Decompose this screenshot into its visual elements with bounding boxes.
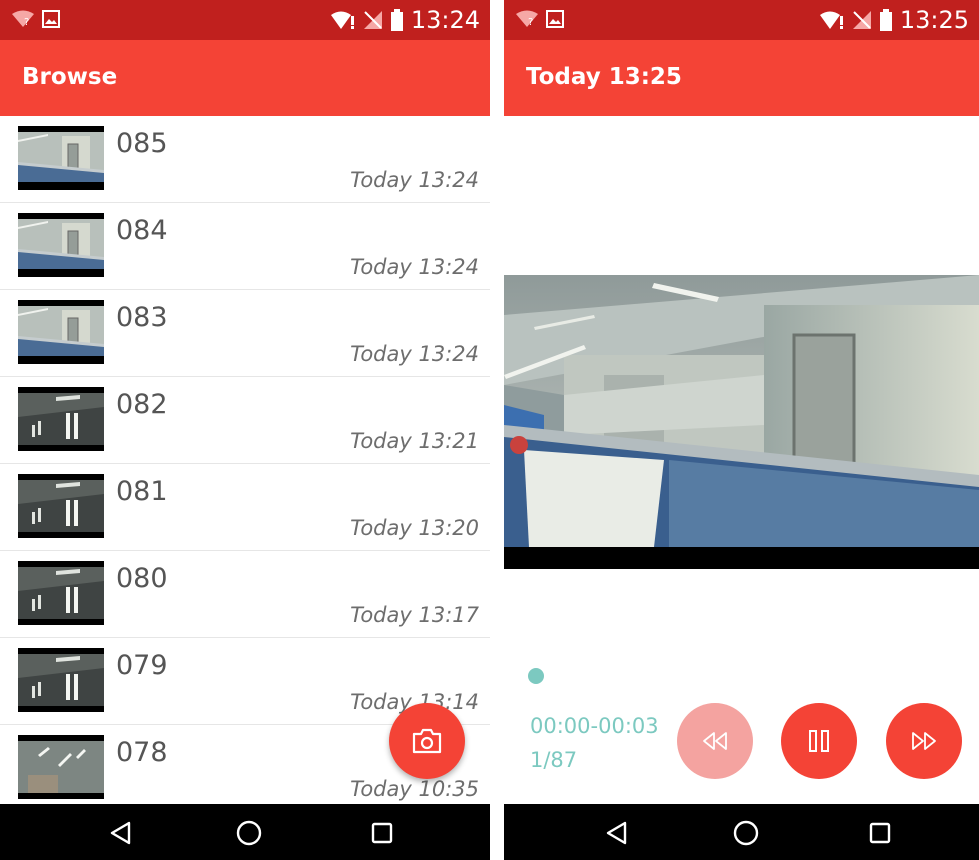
page-title: Browse: [22, 64, 118, 90]
item-timestamp: Today 10:35: [350, 777, 479, 801]
frame-counter: 1/87: [530, 748, 578, 772]
item-name: 080: [116, 563, 168, 594]
time-range: 00:00-00:03: [530, 714, 659, 738]
video-thumbnail: [18, 300, 104, 364]
image-notification-icon: [546, 10, 564, 28]
item-timestamp: Today 13:24: [350, 168, 479, 192]
no-signal-icon: [852, 10, 872, 30]
list-item[interactable]: 081 Today 13:20: [0, 464, 490, 551]
player-screen: ? 13:25 Today 13:25 00:00-00:03 1/87: [504, 0, 979, 860]
recents-icon: [371, 822, 393, 844]
no-signal-icon: [363, 10, 383, 30]
video-thumbnail: [18, 387, 104, 451]
home-icon: [733, 820, 759, 846]
item-name: 082: [116, 389, 168, 420]
image-notification-icon: [42, 10, 60, 28]
video-player[interactable]: [504, 275, 979, 569]
wifi-question-icon: ?: [12, 10, 34, 28]
page-title: Today 13:25: [526, 64, 682, 90]
wifi-question-icon: ?: [516, 10, 538, 28]
navigation-bar: [0, 804, 490, 860]
video-thumbnail: [18, 126, 104, 190]
back-button[interactable]: [601, 818, 631, 848]
browse-screen: ? 13:24 Browse 085 Today 13:24 084 Today 13…: [0, 0, 490, 860]
recents-icon: [869, 822, 891, 844]
item-timestamp: Today 13:17: [350, 603, 479, 627]
svg-text:?: ?: [24, 17, 29, 28]
svg-text:?: ?: [528, 17, 533, 28]
fast-forward-icon: [911, 731, 937, 751]
app-bar: Browse: [0, 40, 490, 116]
item-timestamp: Today 13:20: [350, 516, 479, 540]
recents-button[interactable]: [367, 818, 397, 848]
wifi-alert-icon: [819, 10, 844, 30]
rewind-icon: [702, 731, 728, 751]
back-icon: [605, 821, 627, 845]
list-item[interactable]: 080 Today 13:17: [0, 551, 490, 638]
back-button[interactable]: [105, 818, 135, 848]
home-icon: [236, 820, 262, 846]
home-button[interactable]: [731, 818, 761, 848]
item-timestamp: Today 13:24: [350, 342, 479, 366]
item-name: 079: [116, 650, 168, 681]
back-icon: [109, 821, 131, 845]
fast-forward-button[interactable]: [886, 703, 962, 779]
progress-handle[interactable]: [528, 668, 544, 684]
status-time: 13:24: [410, 6, 480, 34]
list-item[interactable]: 084 Today 13:24: [0, 203, 490, 290]
camera-button[interactable]: [389, 703, 465, 779]
pause-button[interactable]: [781, 703, 857, 779]
pause-icon: [808, 729, 830, 753]
video-thumbnail: [18, 213, 104, 277]
wifi-alert-icon: [330, 10, 355, 30]
battery-icon: [390, 9, 403, 31]
item-timestamp: Today 13:24: [350, 255, 479, 279]
video-thumbnail: [18, 735, 104, 799]
item-name: 083: [116, 302, 168, 333]
recents-button[interactable]: [865, 818, 895, 848]
home-button[interactable]: [234, 818, 264, 848]
list-item[interactable]: 085 Today 13:24: [0, 116, 490, 203]
status-bar: ? 13:24: [0, 0, 490, 40]
recording-list: 085 Today 13:24 084 Today 13:24 083 Today 13:…: [0, 116, 490, 804]
app-bar: Today 13:25: [504, 40, 979, 116]
battery-icon: [879, 9, 892, 31]
status-time: 13:25: [899, 6, 969, 34]
list-item[interactable]: 082 Today 13:21: [0, 377, 490, 464]
video-thumbnail: [18, 474, 104, 538]
status-bar: ? 13:25: [504, 0, 979, 40]
rewind-button[interactable]: [677, 703, 753, 779]
video-thumbnail: [18, 648, 104, 712]
list-item[interactable]: 083 Today 13:24: [0, 290, 490, 377]
item-name: 081: [116, 476, 168, 507]
video-thumbnail: [18, 561, 104, 625]
video-frame-image: [504, 275, 979, 569]
screen-divider: [490, 0, 504, 860]
navigation-bar: [504, 804, 979, 860]
item-name: 084: [116, 215, 168, 246]
item-name: 078: [116, 737, 168, 768]
camera-icon: [412, 728, 442, 754]
item-name: 085: [116, 128, 168, 159]
item-timestamp: Today 13:21: [350, 429, 479, 453]
